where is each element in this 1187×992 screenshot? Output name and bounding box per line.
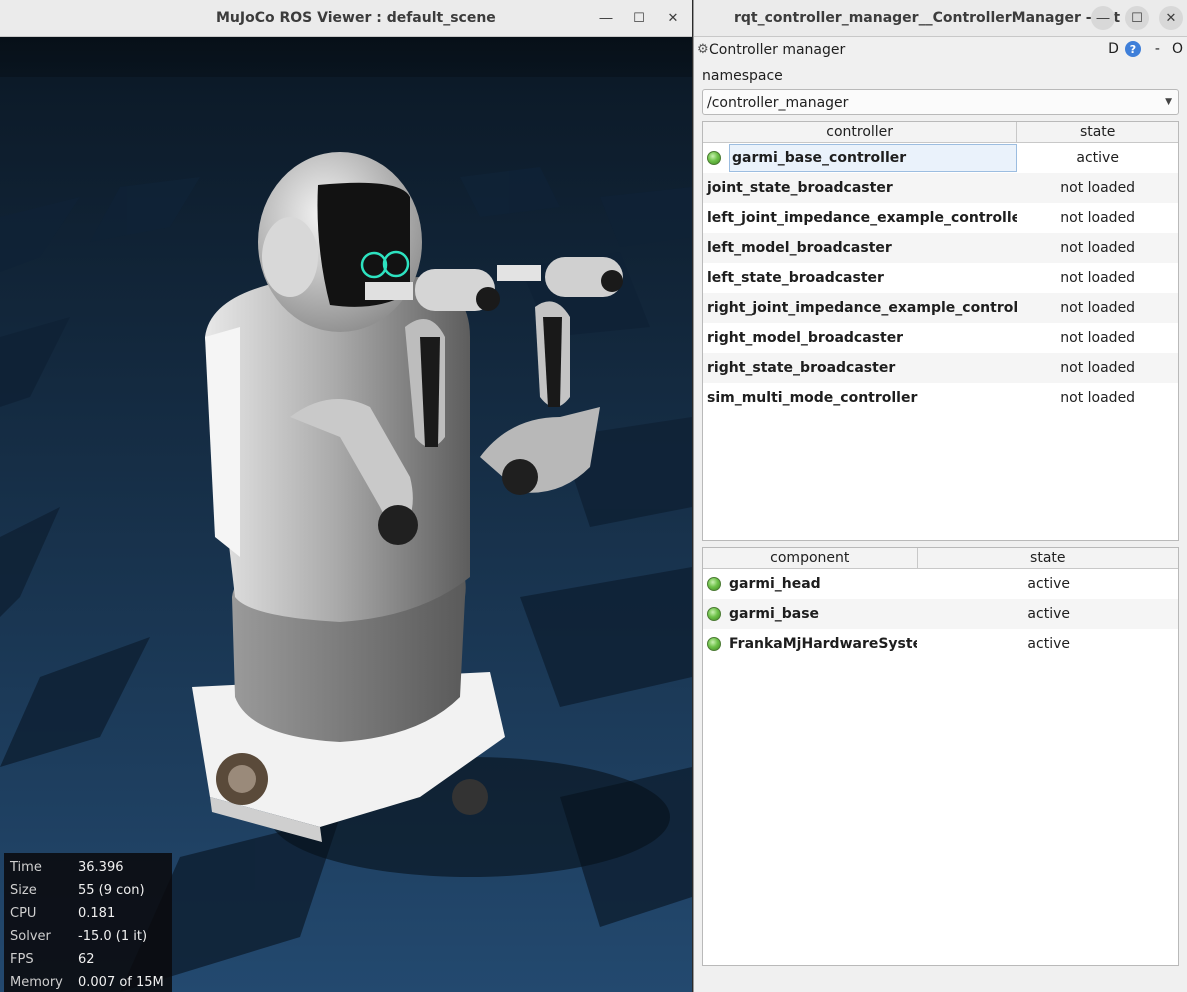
controller-state: not loaded xyxy=(1060,390,1136,406)
controller-name: left_model_broadcaster xyxy=(707,240,892,256)
components-table[interactable]: component state garmi_head active garmi_… xyxy=(702,547,1179,966)
info-row-memory: Memory 0.007 of 15M xyxy=(10,971,166,992)
mujoco-viewer-window: MuJoCo ROS Viewer : default_scene ― ☐ ✕ xyxy=(0,0,692,992)
info-value: 62 xyxy=(78,952,95,967)
mujoco-3d-viewport[interactable]: Time 36.396 Size 55 (9 con) CPU 0.181 So… xyxy=(0,37,692,992)
dock-button[interactable]: D xyxy=(1108,41,1119,57)
namespace-label: namespace xyxy=(702,68,783,84)
info-label: Time xyxy=(10,860,42,875)
status-led-icon xyxy=(707,151,721,165)
status-led-icon xyxy=(707,607,721,621)
controller-state: active xyxy=(1076,150,1119,166)
table-row[interactable]: joint_state_broadcaster not loaded xyxy=(703,173,1178,203)
info-value: -15.0 (1 it) xyxy=(78,929,148,944)
mujoco-titlebar[interactable]: MuJoCo ROS Viewer : default_scene ― ☐ ✕ xyxy=(0,0,692,37)
maximize-icon[interactable]: ☐ xyxy=(1125,6,1149,30)
controller-state: not loaded xyxy=(1060,330,1136,346)
info-value: 0.007 of 15M xyxy=(78,975,164,990)
component-state: active xyxy=(1027,606,1070,622)
status-led-icon xyxy=(707,637,721,651)
controllers-table[interactable]: controller state garmi_base_controller a… xyxy=(702,121,1179,541)
controller-name: garmi_base_controller xyxy=(729,144,1018,172)
table-row[interactable]: garmi_base_controller active xyxy=(703,143,1178,173)
info-value: 0.181 xyxy=(78,906,116,921)
controller-name: left_state_broadcaster xyxy=(707,270,884,286)
controller-state: not loaded xyxy=(1060,300,1136,316)
controller-name: right_model_broadcaster xyxy=(707,330,904,346)
controller-name: right_state_broadcaster xyxy=(707,360,896,376)
mujoco-window-title: MuJoCo ROS Viewer : default_scene xyxy=(216,10,496,26)
column-header-state[interactable]: state xyxy=(918,548,1178,568)
table-row[interactable]: FrankaMjHardwareSystem active xyxy=(703,629,1178,659)
table-row[interactable]: left_model_broadcaster not loaded xyxy=(703,233,1178,263)
controllers-table-header: controller state xyxy=(703,122,1178,143)
controller-state: not loaded xyxy=(1060,210,1136,226)
minimize-icon[interactable]: ― xyxy=(594,6,618,30)
info-row-time: Time 36.396 xyxy=(10,856,166,879)
controller-name: right_joint_impedance_example_controller xyxy=(707,300,1018,316)
info-label: CPU xyxy=(10,906,37,921)
info-row-fps: FPS 62 xyxy=(10,948,166,971)
component-name-cell: garmi_base xyxy=(703,599,917,629)
component-name: FrankaMjHardwareSystem xyxy=(729,636,918,652)
controller-state: not loaded xyxy=(1060,180,1136,196)
controller-name: joint_state_broadcaster xyxy=(707,180,893,196)
rqt-window: rqt_controller_manager__ControllerManage… xyxy=(693,0,1187,992)
table-row[interactable]: left_joint_impedance_example_controller … xyxy=(703,203,1178,233)
plugin-close-button[interactable]: O xyxy=(1172,41,1183,57)
info-label: Solver xyxy=(10,929,51,944)
component-state: active xyxy=(1027,636,1070,652)
plugin-controls: D ? - O xyxy=(1108,41,1183,57)
component-name: garmi_base xyxy=(729,606,820,622)
components-table-header: component state xyxy=(703,548,1178,569)
minimize-icon[interactable]: ― xyxy=(1091,6,1115,30)
column-header-controller[interactable]: controller xyxy=(703,122,1018,142)
drag-handle-icon[interactable]: ⚙ xyxy=(697,42,709,57)
plugin-title: Controller manager xyxy=(709,42,846,58)
info-label: Memory xyxy=(10,975,63,990)
table-row[interactable]: left_state_broadcaster not loaded xyxy=(703,263,1178,293)
component-name-cell: FrankaMjHardwareSystem xyxy=(703,629,917,659)
table-row[interactable]: right_state_broadcaster not loaded xyxy=(703,353,1178,383)
simulation-info-panel: Time 36.396 Size 55 (9 con) CPU 0.181 So… xyxy=(4,853,172,992)
table-row[interactable]: garmi_head active xyxy=(703,569,1178,599)
close-icon[interactable]: ✕ xyxy=(661,6,685,30)
chevron-down-icon: ▼ xyxy=(1165,97,1172,107)
maximize-icon[interactable]: ☐ xyxy=(627,6,651,30)
plugin-minimize-button[interactable]: - xyxy=(1155,41,1160,57)
column-header-component[interactable]: component xyxy=(703,548,918,568)
info-row-size: Size 55 (9 con) xyxy=(10,879,166,902)
close-icon[interactable]: ✕ xyxy=(1159,6,1183,30)
info-value: 36.396 xyxy=(78,860,124,875)
controller-state: not loaded xyxy=(1060,360,1136,376)
component-state: active xyxy=(1027,576,1070,592)
rqt-window-title: rqt_controller_manager__ControllerManage… xyxy=(734,10,1121,26)
status-led-icon xyxy=(707,577,721,591)
controller-state: not loaded xyxy=(1060,240,1136,256)
info-value: 55 (9 con) xyxy=(78,883,145,898)
column-header-state[interactable]: state xyxy=(1017,122,1178,142)
table-row[interactable]: right_model_broadcaster not loaded xyxy=(703,323,1178,353)
info-row-solver: Solver -15.0 (1 it) xyxy=(10,925,166,948)
component-name: garmi_head xyxy=(729,576,821,592)
namespace-value: /controller_manager xyxy=(707,95,849,111)
robot-scene xyxy=(0,77,692,992)
controller-name-cell: garmi_base_controller xyxy=(703,143,1018,173)
controller-name: left_joint_impedance_example_controller xyxy=(707,210,1018,226)
controller-state: not loaded xyxy=(1060,270,1136,286)
table-row[interactable]: right_joint_impedance_example_controller… xyxy=(703,293,1178,323)
info-row-cpu: CPU 0.181 xyxy=(10,902,166,925)
help-icon[interactable]: ? xyxy=(1124,41,1141,57)
info-label: Size xyxy=(10,883,37,898)
plugin-title-bar: ⚙ Controller manager D ? - O xyxy=(694,37,1187,64)
info-label: FPS xyxy=(10,952,34,967)
table-row[interactable]: garmi_base active xyxy=(703,599,1178,629)
rqt-titlebar[interactable]: rqt_controller_manager__ControllerManage… xyxy=(694,0,1187,37)
controller-name: sim_multi_mode_controller xyxy=(707,390,918,406)
component-name-cell: garmi_head xyxy=(703,569,917,599)
namespace-select[interactable]: /controller_manager ▼ xyxy=(702,89,1179,115)
table-row[interactable]: sim_multi_mode_controller not loaded xyxy=(703,383,1178,413)
